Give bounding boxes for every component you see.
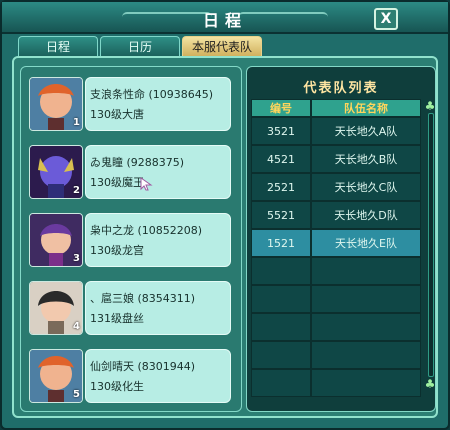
avatar: 5 [29, 349, 83, 403]
column-header-team-name: 队伍名称 [311, 99, 421, 117]
cell-team-name: 天长地久D队 [311, 201, 421, 229]
team-member[interactable]: 4 、扈三娘 (8354311) 131级盘丝 [29, 281, 233, 337]
close-icon: X [380, 11, 392, 27]
seat-number: 1 [73, 117, 80, 128]
cell-team-name: 天长地久B队 [311, 145, 421, 173]
table-row-empty [251, 341, 421, 369]
member-name: 、扈三娘 (8354311) [90, 292, 196, 305]
avatar: 2 [29, 145, 83, 199]
member-name: 支浪条性命 (10938645) [90, 88, 214, 101]
team-member[interactable]: 3 枭中之龙 (10852208) 130级龙宫 [29, 213, 233, 269]
seat-number: 5 [73, 389, 80, 400]
cell-id: 2521 [251, 173, 311, 201]
tab-calendar[interactable]: 日历 [100, 36, 180, 57]
scroll-up-icon[interactable]: ♣ [423, 99, 437, 113]
seat-number: 3 [73, 253, 80, 264]
tab-server-team[interactable]: 本服代表队 [182, 36, 262, 57]
scroll-down-icon[interactable]: ♣ [423, 377, 437, 391]
member-level-class: 131级盘丝 [90, 312, 144, 325]
column-header-id: 编号 [251, 99, 311, 117]
cell-id: 1521 [251, 229, 311, 257]
scroll-track[interactable] [428, 113, 434, 377]
member-name: ゐ鬼瞳 (9288375) [90, 156, 185, 169]
cell-id: 4521 [251, 145, 311, 173]
member-card: 支浪条性命 (10938645) 130级大唐 [85, 77, 231, 131]
table-row-empty [251, 313, 421, 341]
member-name: 枭中之龙 (10852208) [90, 224, 203, 237]
member-level-class: 130级魔王 [90, 176, 144, 189]
table-row-selected[interactable]: 1521 天长地久E队 [251, 229, 421, 257]
team-list-title: 代表队列表 [303, 81, 379, 96]
table-row[interactable]: 4521 天长地久B队 [251, 145, 421, 173]
member-level-class: 130级龙宫 [90, 244, 144, 257]
cell-id: 3521 [251, 117, 311, 145]
avatar: 3 [29, 213, 83, 267]
title-bar[interactable]: 日程 X [2, 2, 448, 34]
table-row[interactable]: 2521 天长地久C队 [251, 173, 421, 201]
content-panel: 1 支浪条性命 (10938645) 130级大唐 2 ゐ鬼瞳 (9288375… [12, 56, 438, 418]
seat-number: 4 [73, 321, 80, 332]
member-card: 、扈三娘 (8354311) 131级盘丝 [85, 281, 231, 335]
team-list-panel: 代表队列表 编号 队伍名称 3521 天长地久A队 4521 天长地久B队 25… [246, 66, 436, 412]
table-row[interactable]: 5521 天长地久D队 [251, 201, 421, 229]
team-member[interactable]: 2 ゐ鬼瞳 (9288375) 130级魔王 [29, 145, 233, 201]
cell-team-name: 天长地久A队 [311, 117, 421, 145]
team-list-scrollbar[interactable]: ♣ ♣ [423, 99, 437, 391]
member-level-class: 130级化生 [90, 380, 144, 393]
member-card: 枭中之龙 (10852208) 130级龙宫 [85, 213, 231, 267]
seat-number: 2 [73, 185, 80, 196]
team-members-panel: 1 支浪条性命 (10938645) 130级大唐 2 ゐ鬼瞳 (9288375… [20, 66, 242, 412]
member-card: 仙剑晴天 (8301944) 130级化生 [85, 349, 231, 403]
avatar: 4 [29, 281, 83, 335]
member-name: 仙剑晴天 (8301944) [90, 360, 196, 373]
schedule-window: 日程 X 日程 日历 本服代表队 1 支浪条性命 (10938645) 130级… [0, 0, 450, 430]
table-row-empty [251, 285, 421, 313]
cell-team-name: 天长地久E队 [311, 229, 421, 257]
table-row-empty [251, 257, 421, 285]
tab-schedule[interactable]: 日程 [18, 36, 98, 57]
table-row-empty [251, 369, 421, 397]
member-level-class: 130级大唐 [90, 108, 144, 121]
team-member[interactable]: 5 仙剑晴天 (8301944) 130级化生 [29, 349, 233, 405]
table-row[interactable]: 3521 天长地久A队 [251, 117, 421, 145]
cell-team-name: 天长地久C队 [311, 173, 421, 201]
member-card: ゐ鬼瞳 (9288375) 130级魔王 [85, 145, 231, 199]
close-button[interactable]: X [374, 8, 398, 30]
avatar: 1 [29, 77, 83, 131]
mouse-cursor-icon [140, 177, 153, 191]
cell-id: 5521 [251, 201, 311, 229]
team-member[interactable]: 1 支浪条性命 (10938645) 130级大唐 [29, 77, 233, 133]
